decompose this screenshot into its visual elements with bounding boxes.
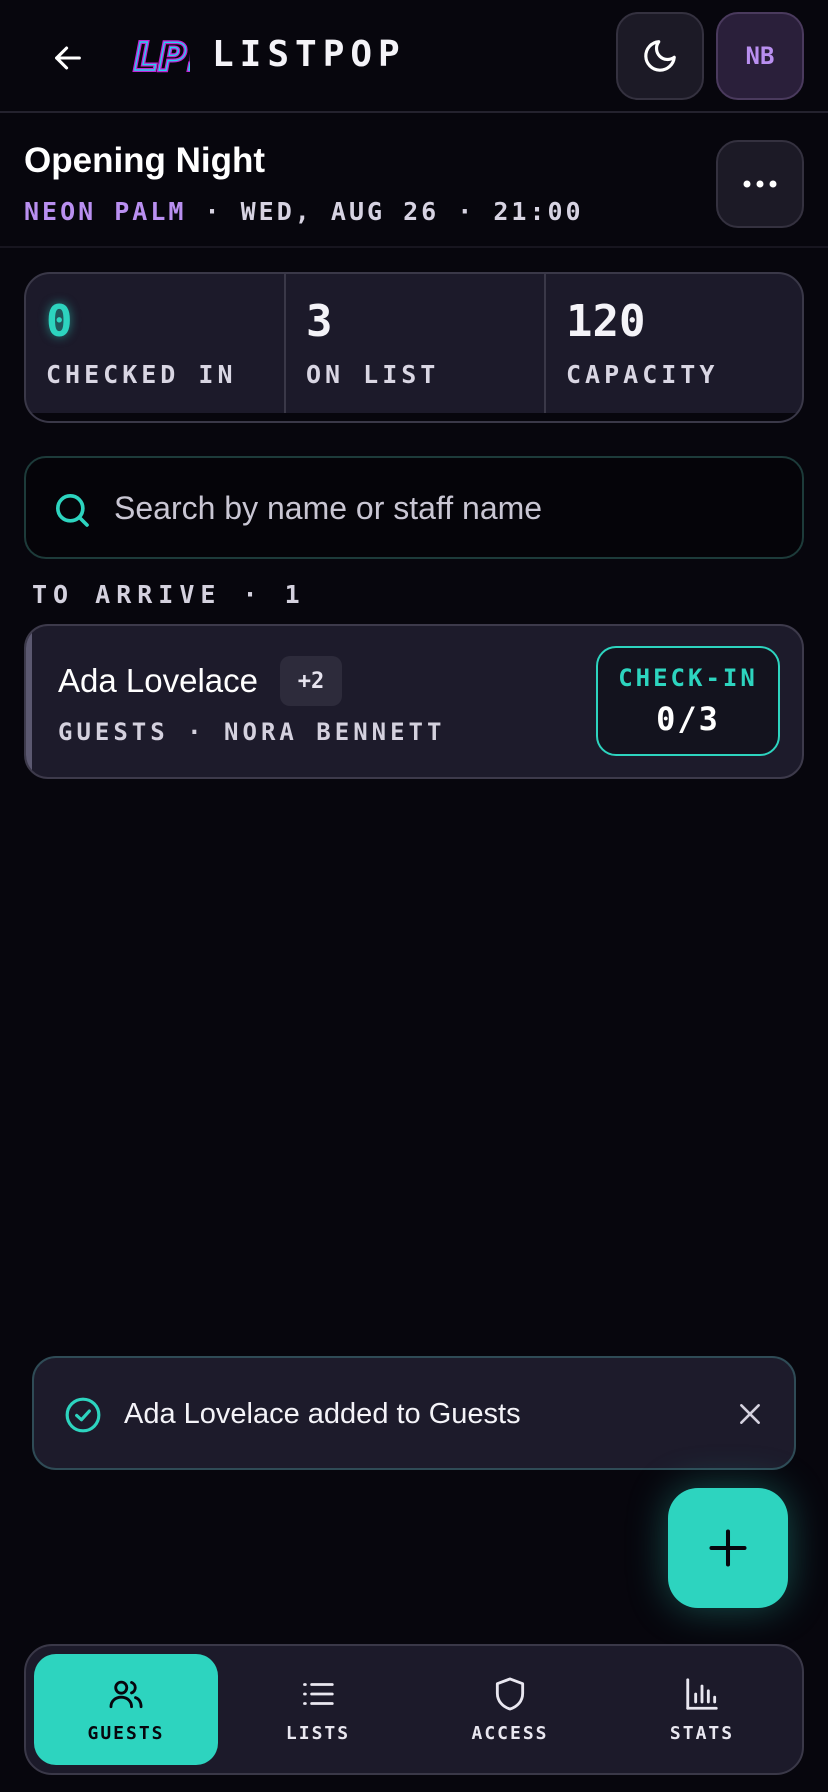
svg-text:LP!: LP! bbox=[134, 35, 190, 79]
bottom-navigation: GUESTS LISTS ACCESS STATS bbox=[24, 1644, 804, 1775]
venue-name: NEON PALM bbox=[24, 197, 187, 226]
guest-name: Ada Lovelace bbox=[58, 662, 258, 699]
theme-toggle-button[interactable] bbox=[616, 12, 704, 100]
back-button[interactable] bbox=[42, 32, 94, 84]
stat-capacity: 120 CAPACITY bbox=[544, 274, 802, 415]
guest-meta: GUESTS · NORA BENNETT bbox=[58, 718, 446, 746]
avatar[interactable]: NB bbox=[716, 12, 804, 100]
plus-guests-badge: +2 bbox=[280, 656, 342, 706]
event-datetime: · WED, AUG 26 · 21:00 bbox=[204, 197, 584, 226]
event-meta: NEON PALM · WED, AUG 26 · 21:00 bbox=[24, 197, 584, 226]
check-circle-icon bbox=[65, 1397, 101, 1433]
on-list-value: 3 bbox=[306, 296, 333, 347]
check-in-label: CHECK-IN bbox=[618, 664, 758, 692]
event-header: Opening Night NEON PALM · WED, AUG 26 · … bbox=[0, 113, 828, 248]
nav-label-stats: STATS bbox=[669, 1723, 735, 1744]
more-options-button[interactable] bbox=[716, 140, 804, 228]
section-label-to-arrive: TO ARRIVE · 1 bbox=[32, 580, 306, 609]
moon-icon bbox=[644, 40, 676, 72]
bar-chart-icon bbox=[686, 1678, 718, 1710]
listpop-logo: LP! LP! bbox=[132, 30, 205, 81]
check-in-button[interactable]: CHECK-IN 0/3 bbox=[596, 646, 780, 756]
search-icon bbox=[56, 494, 89, 527]
checked-in-label: CHECKED IN bbox=[46, 360, 237, 389]
event-title: Opening Night bbox=[24, 141, 266, 180]
add-guest-button[interactable] bbox=[668, 1488, 788, 1608]
plus-icon bbox=[709, 1529, 747, 1567]
nav-item-access[interactable]: ACCESS bbox=[418, 1654, 602, 1765]
nav-item-guests[interactable]: GUESTS bbox=[34, 1654, 218, 1765]
shield-icon bbox=[495, 1677, 525, 1711]
app-header: LP! LP! LISTPOP NB bbox=[0, 0, 828, 113]
nav-label-access: ACCESS bbox=[471, 1723, 549, 1744]
stat-checked-in: 0 CHECKED IN bbox=[26, 274, 286, 415]
on-list-label: ON LIST bbox=[306, 360, 440, 389]
toast-message: Ada Lovelace added to Guests bbox=[124, 1398, 521, 1430]
toast-close-button[interactable] bbox=[730, 1394, 770, 1434]
nav-label-lists: LISTS bbox=[285, 1723, 351, 1744]
capacity-value: 120 bbox=[566, 296, 646, 347]
close-icon bbox=[740, 1404, 760, 1424]
users-icon bbox=[109, 1680, 143, 1709]
toast-notification: Ada Lovelace added to Guests bbox=[32, 1356, 796, 1470]
check-in-count: 0/3 bbox=[656, 700, 720, 738]
checkin-progress-bar bbox=[26, 413, 802, 421]
guest-row[interactable]: Ada Lovelace +2 GUESTS · NORA BENNETT CH… bbox=[24, 624, 804, 779]
stats-card: 0 CHECKED IN 3 ON LIST 120 CAPACITY bbox=[24, 272, 804, 423]
nav-label-guests: GUESTS bbox=[87, 1723, 165, 1744]
list-icon bbox=[303, 1683, 334, 1705]
nav-item-stats[interactable]: STATS bbox=[610, 1654, 794, 1765]
brand-name: LISTPOP bbox=[212, 34, 406, 75]
nav-item-lists[interactable]: LISTS bbox=[226, 1654, 410, 1765]
arrow-left-icon bbox=[55, 46, 81, 70]
more-horizontal-icon bbox=[743, 180, 777, 188]
stat-on-list: 3 ON LIST bbox=[284, 274, 544, 415]
search-bar bbox=[24, 456, 804, 559]
capacity-label: CAPACITY bbox=[566, 360, 719, 389]
search-input[interactable] bbox=[114, 478, 774, 538]
checked-in-value: 0 bbox=[46, 296, 73, 347]
